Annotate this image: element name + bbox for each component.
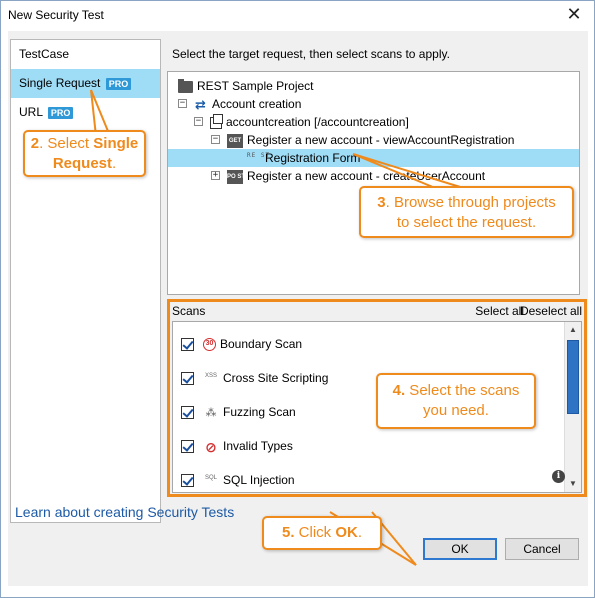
checkbox[interactable] <box>181 338 194 352</box>
scan-label: Invalid Types <box>223 439 293 453</box>
window-title: New Security Test <box>8 8 104 22</box>
resource-icon <box>210 113 223 129</box>
tree-node-label: REST Sample Project <box>197 79 314 93</box>
scan-item-invalid-types[interactable]: ⊘ Invalid Types <box>181 436 293 456</box>
nav-item-single-request[interactable]: Single Request PRO <box>11 69 160 98</box>
nav-item-url[interactable]: URL PRO <box>11 98 160 127</box>
info-icon[interactable]: i <box>552 470 565 483</box>
callout-text: . <box>357 524 363 541</box>
callout-number: 2 <box>30 135 40 152</box>
callout-number: 4. <box>392 382 406 399</box>
xss-icon: XSS <box>204 372 217 379</box>
callout-step-2: 2. Select Single Request. <box>23 130 146 177</box>
collapse-toggle[interactable]: − <box>194 117 203 126</box>
boundary-scan-icon: 30 <box>203 338 216 352</box>
callout-step-3: 3. Browse through projects to select the… <box>359 186 574 238</box>
callout-text: . <box>112 155 117 172</box>
scan-label: Cross Site Scripting <box>223 371 329 385</box>
scroll-up-arrow-icon[interactable]: ▲ <box>565 322 581 338</box>
pro-badge: PRO <box>105 77 132 90</box>
callout-number: 5. <box>281 524 295 541</box>
tree-node-label: Register a new account - viewAccountRegi… <box>247 133 515 147</box>
invalid-types-icon: ⊘ <box>205 438 217 455</box>
exchange-icon: ⇄ <box>195 96 206 112</box>
rest-request-icon: RE ST <box>247 151 271 159</box>
scans-scrollbar[interactable]: ▲ ▼ <box>564 322 581 492</box>
tree-node-label: Registration Form <box>265 151 361 165</box>
tree-node-project[interactable]: REST Sample Project <box>178 77 314 95</box>
dialog-body: TestCase Single Request PRO URL PRO Sele… <box>8 31 588 586</box>
scan-label: Fuzzing Scan <box>223 405 296 419</box>
scroll-down-arrow-icon[interactable]: ▼ <box>565 476 581 492</box>
instruction-text: Select the target request, then select s… <box>172 47 450 61</box>
tree-node-resource[interactable]: accountcreation [/accountcreation] <box>210 113 409 131</box>
checkbox[interactable] <box>181 406 194 420</box>
tree-node-registration-form[interactable]: RE STRegistration Form <box>168 149 579 167</box>
nav-item-label: Single Request <box>19 76 101 90</box>
collapse-toggle[interactable]: − <box>211 135 220 144</box>
fuzzing-icon: ⁂ <box>205 406 217 419</box>
learn-more-link[interactable]: Learn about creating Security Tests <box>15 504 234 520</box>
scans-title: Scans <box>172 304 206 318</box>
callout-step-5: 5. Click OK. <box>262 516 382 550</box>
ok-button[interactable]: OK <box>423 538 497 560</box>
scan-item-sql-injection[interactable]: SQL SQL Injection <box>181 470 295 490</box>
scan-item-xss[interactable]: XSS Cross Site Scripting <box>181 368 328 388</box>
tree-node-service[interactable]: ⇄ Account creation <box>193 95 301 113</box>
request-tree: REST Sample Project − ⇄ Account creation … <box>167 71 580 295</box>
checkbox[interactable] <box>181 440 194 454</box>
folder-icon <box>178 78 193 93</box>
pro-badge: PRO <box>47 106 74 119</box>
tree-node-label: Account creation <box>212 97 302 111</box>
get-method-icon: GET <box>227 133 243 148</box>
tree-node-method-get[interactable]: GET Register a new account - viewAccountR… <box>227 131 514 149</box>
collapse-toggle[interactable]: − <box>178 99 187 108</box>
callout-text: Select the scans you need. <box>405 382 520 419</box>
cancel-button[interactable]: Cancel <box>505 538 579 560</box>
scan-item-boundary[interactable]: 30 Boundary Scan <box>181 334 302 354</box>
tree-node-method-post[interactable]: PO ST Register a new account - createUser… <box>227 167 485 185</box>
tree-node-label: Register a new account - createUserAccou… <box>247 169 486 183</box>
select-all-link[interactable]: Select all <box>475 304 524 318</box>
checkbox[interactable] <box>181 474 194 488</box>
scan-label: Boundary Scan <box>220 337 303 351</box>
callout-step-4: 4. Select the scans you need. <box>376 373 536 429</box>
checkbox[interactable] <box>181 372 194 386</box>
scan-item-fuzzing[interactable]: ⁂ Fuzzing Scan <box>181 402 296 422</box>
scans-header: Scans Select all Deselect all <box>172 304 582 318</box>
nav-item-testcase[interactable]: TestCase <box>11 40 160 69</box>
test-type-list: TestCase Single Request PRO URL PRO <box>10 39 161 523</box>
title-bar: New Security Test ✕ <box>1 1 594 30</box>
callout-text: Click <box>294 524 336 541</box>
post-method-icon: PO ST <box>227 169 245 184</box>
security-test-dialog: New Security Test ✕ TestCase Single Requ… <box>0 0 595 598</box>
callout-number: 3 <box>377 194 386 211</box>
scan-label: SQL Injection <box>223 473 295 487</box>
tree-node-label: accountcreation [/accountcreation] <box>226 115 409 129</box>
callout-emphasis: OK <box>335 524 358 541</box>
deselect-all-link[interactable]: Deselect all <box>520 304 582 318</box>
nav-item-label: URL <box>19 105 43 119</box>
sql-icon: SQL <box>204 474 217 481</box>
callout-text: . Browse through projects to select the … <box>385 194 556 231</box>
expand-toggle[interactable]: + <box>211 171 220 180</box>
callout-text: . Select <box>39 135 94 152</box>
nav-item-label: TestCase <box>19 47 70 61</box>
scroll-thumb[interactable] <box>567 340 579 414</box>
close-button[interactable]: ✕ <box>560 3 588 27</box>
